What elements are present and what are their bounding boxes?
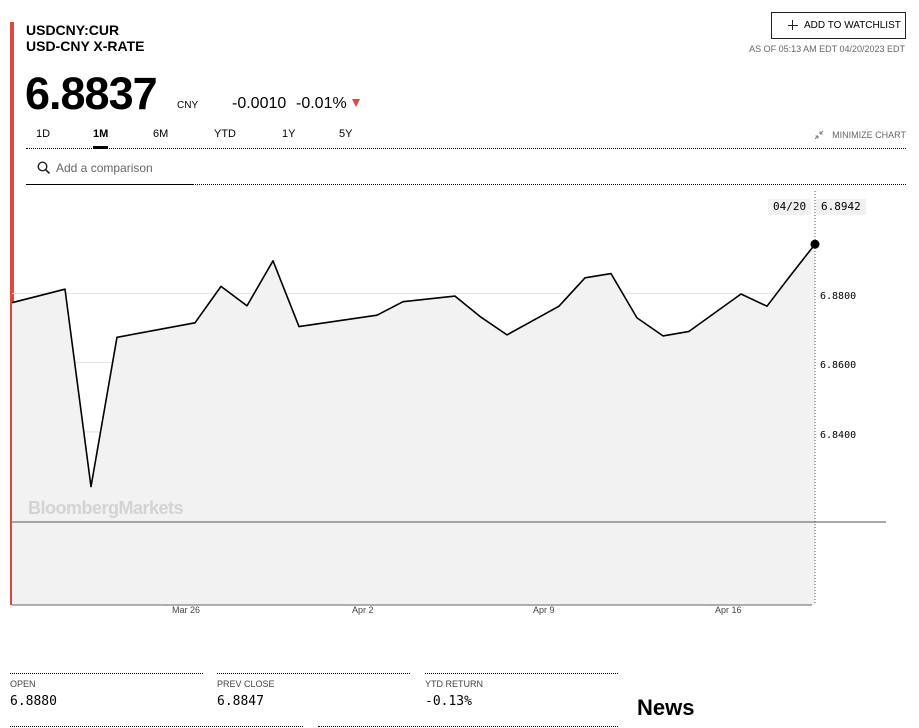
- plus-icon: [788, 18, 798, 32]
- price-change-pct: -0.01%: [296, 95, 347, 112]
- minimize-icon[interactable]: [814, 130, 824, 140]
- x-tick-label: Apr 16: [715, 605, 742, 615]
- stat-value: 6.8880: [10, 694, 57, 709]
- price-area: [12, 244, 815, 605]
- price-change: -0.0010: [232, 95, 287, 112]
- tab-5y[interactable]: 5Y: [339, 128, 352, 149]
- stat-label: PREV CLOSE: [217, 679, 275, 689]
- down-arrow-icon: [352, 99, 360, 107]
- minimize-chart-button[interactable]: MINIMIZE CHART: [832, 130, 906, 140]
- timeframe-tabs: 1D 1M 6M YTD 1Y 5Y: [26, 122, 906, 149]
- divider: [318, 726, 618, 727]
- search-icon: [37, 161, 51, 175]
- y-tick-label: 6.8800: [820, 291, 857, 302]
- stat-prev-close: PREV CLOSE 6.8847: [217, 673, 410, 709]
- stat-label: YTD RETURN: [425, 679, 483, 689]
- x-tick-label: Apr 9: [533, 605, 555, 615]
- stat-label: OPEN: [10, 679, 36, 689]
- current-price: 6.8837: [25, 68, 158, 119]
- tab-1d[interactable]: 1D: [36, 128, 50, 149]
- last-value-tag: 6.8942: [816, 199, 866, 215]
- y-tick-label: 6.8400: [820, 430, 857, 441]
- stat-open: OPEN 6.8880: [10, 673, 203, 709]
- divider: [193, 184, 906, 185]
- stat-value: -0.13%: [425, 694, 472, 709]
- bloomberg-watermark: BloombergMarkets: [28, 498, 184, 518]
- last-point-dot: [810, 239, 820, 249]
- stat-value: 6.8847: [217, 694, 264, 709]
- last-date-tag: 04/20: [768, 199, 812, 215]
- ticker-symbol: USDCNY:CUR: [26, 22, 120, 38]
- x-tick-label: Apr 2: [352, 605, 374, 615]
- comparison-input[interactable]: [56, 158, 192, 178]
- tab-ytd[interactable]: YTD: [214, 128, 236, 149]
- tab-6m[interactable]: 6M: [153, 128, 168, 149]
- ticker-name: USD-CNY X-RATE: [26, 38, 145, 54]
- tab-1m[interactable]: 1M: [93, 128, 109, 149]
- x-tick-label: Mar 26: [172, 605, 201, 615]
- y-tick-label: 6.8600: [820, 360, 857, 371]
- divider: [10, 726, 303, 727]
- price-chart[interactable]: [0, 186, 919, 606]
- news-heading: News: [637, 695, 695, 720]
- watchlist-label: ADD TO WATCHLIST: [804, 20, 901, 31]
- tab-1y[interactable]: 1Y: [282, 128, 295, 149]
- stat-ytd-return: YTD RETURN -0.13%: [425, 673, 618, 709]
- currency-label: CNY: [177, 100, 199, 111]
- as-of-timestamp: AS OF 05:13 AM EDT 04/20/2023 EDT: [749, 44, 905, 54]
